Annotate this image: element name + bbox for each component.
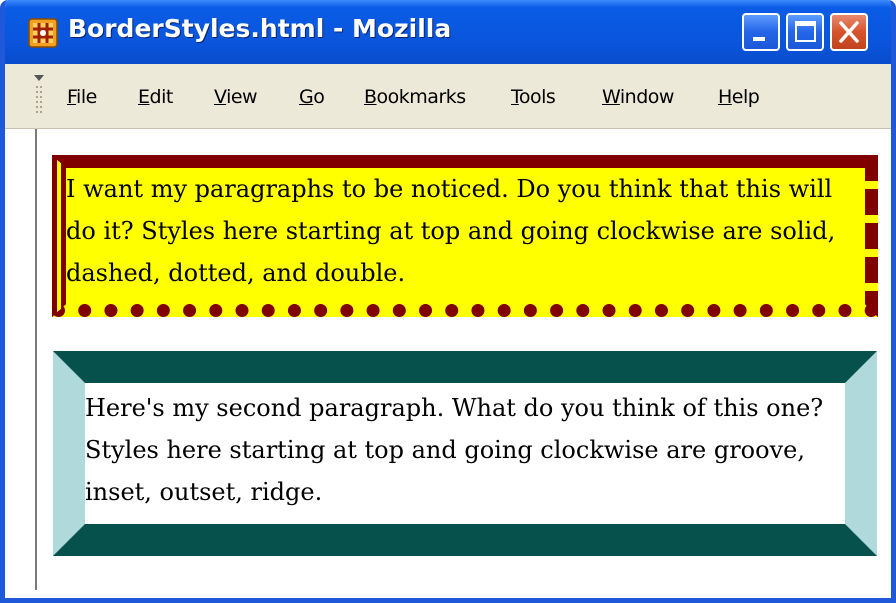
- minimize-icon: [753, 37, 765, 41]
- menu-file-accesskey: F: [67, 86, 77, 108]
- mozilla-app-icon: [28, 18, 58, 48]
- menu-window[interactable]: Window: [602, 86, 674, 108]
- maximize-button[interactable]: [786, 13, 824, 51]
- menu-bookmarks-accesskey: B: [364, 86, 377, 108]
- paragraph-one-text: I want my paragraphs to be noticed. Do y…: [66, 175, 836, 287]
- menu-bookmarks[interactable]: Bookmarks: [364, 86, 466, 108]
- menu-edit-rest: dit: [149, 86, 174, 108]
- menu-view[interactable]: View: [214, 86, 258, 108]
- menu-help-rest: elp: [731, 86, 760, 108]
- menu-tools-rest: ools: [518, 86, 556, 108]
- menu-tools-accesskey: T: [511, 86, 519, 108]
- title-bar[interactable]: BorderStyles.html - Mozilla: [5, 0, 891, 64]
- menu-file-rest: ile: [76, 86, 97, 108]
- close-icon: [839, 21, 859, 43]
- toolbar-grip-icon[interactable]: [33, 74, 45, 120]
- menu-help[interactable]: Help: [718, 86, 760, 108]
- close-button[interactable]: [830, 13, 868, 51]
- minimize-button[interactable]: [742, 13, 780, 51]
- menu-edit-accesskey: E: [138, 86, 150, 108]
- menu-help-accesskey: H: [718, 86, 732, 108]
- menu-go[interactable]: Go: [299, 86, 325, 108]
- menu-view-accesskey: V: [214, 86, 227, 108]
- menu-go-accesskey: G: [299, 86, 314, 108]
- menu-tools[interactable]: Tools: [511, 86, 556, 108]
- menu-view-rest: iew: [226, 86, 258, 108]
- paragraph-two-text: Here's my second paragraph. What do you …: [85, 394, 824, 506]
- paragraph-two-bordered: Here's my second paragraph. What do you …: [53, 351, 877, 556]
- window-title: BorderStyles.html - Mozilla: [68, 14, 452, 43]
- maximize-icon: [795, 21, 816, 42]
- browser-window: BorderStyles.html - Mozilla File Edit Vi…: [0, 0, 896, 603]
- menu-file[interactable]: File: [67, 86, 97, 108]
- menu-window-accesskey: W: [602, 86, 620, 108]
- paragraph-one-bordered: I want my paragraphs to be noticed. Do y…: [52, 155, 878, 317]
- menu-go-rest: o: [313, 86, 325, 108]
- menu-edit[interactable]: Edit: [138, 86, 173, 108]
- menu-window-rest: indow: [619, 86, 675, 108]
- menu-bookmarks-rest: ookmarks: [376, 86, 467, 108]
